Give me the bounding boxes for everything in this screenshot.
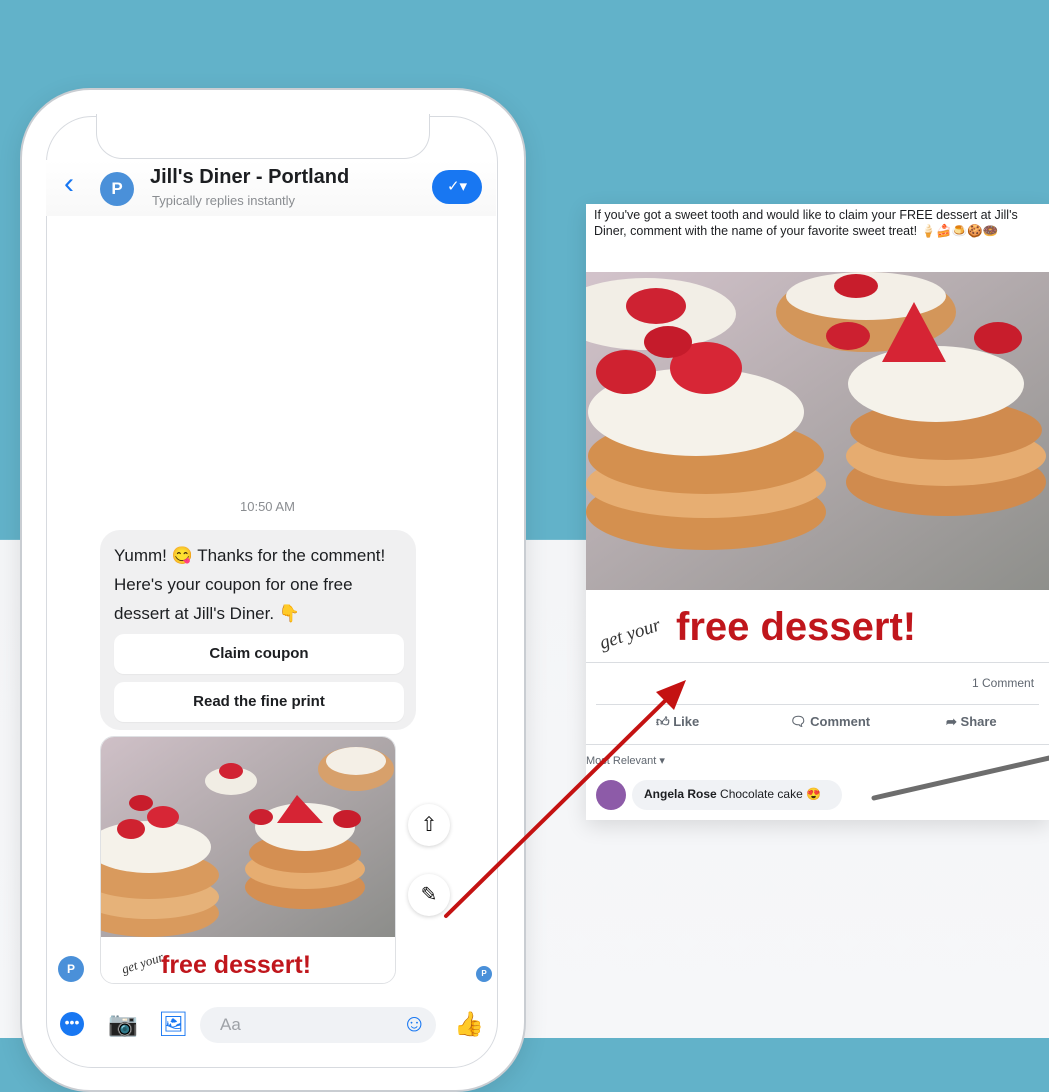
post-headline: free dessert! [676,605,916,649]
comment-text: Chocolate cake 😍 [720,787,822,801]
comment-button[interactable]: 🗨︎ Comment [790,714,870,730]
comment-label: Comment [810,714,871,729]
message-timestamp: 10:50 AM [240,499,295,514]
post-banner: get your free dessert! [586,590,1049,660]
post-dessert-photo [586,272,1049,590]
thumbs-up-icon[interactable]: 👍 [454,1010,484,1039]
emoji-icon[interactable]: ☺ [402,1010,427,1038]
check-icon[interactable]: ✓▾ [432,170,482,204]
post-divider [586,662,1049,663]
read-fine-print-button[interactable]: Read the fine print [114,682,404,722]
share-label: Share [960,714,997,729]
more-icon[interactable]: ••• [60,1012,84,1036]
read-receipt-avatar: P [476,966,492,982]
share-arrow-icon: ➦ [946,714,957,729]
share-button[interactable]: ➦ Share [946,714,997,730]
post-caption: If you've got a sweet tooth and would li… [594,208,1018,238]
decorative-stroke [871,755,1049,801]
back-icon[interactable]: ‹ [64,169,78,199]
page-name: Jill's Diner - Portland [150,166,350,188]
sender-avatar: P [58,956,84,982]
dessert-photo: get your free dessert! [101,737,395,983]
message-text: Yumm! 😋 Thanks for the comment! Here's y… [114,546,386,623]
connector-arrow [444,680,686,918]
claim-coupon-button[interactable]: Claim coupon [114,634,404,674]
gallery-icon[interactable]: 🖼 [158,1010,188,1039]
comment-count[interactable]: 1 Comment [972,676,1034,690]
message-input-placeholder: Aa [220,1015,241,1034]
phone-notch [96,114,430,159]
photo-headline: free dessert! [161,951,311,979]
page-avatar: P [100,172,134,206]
dessert-photo-card[interactable]: get your free dessert! [100,736,396,984]
camera-icon[interactable]: 📷 [108,1010,138,1039]
post-photo[interactable] [586,272,1049,590]
comment-icon: 🗨︎ [790,714,807,729]
page-status: Typically replies instantly [152,193,296,208]
